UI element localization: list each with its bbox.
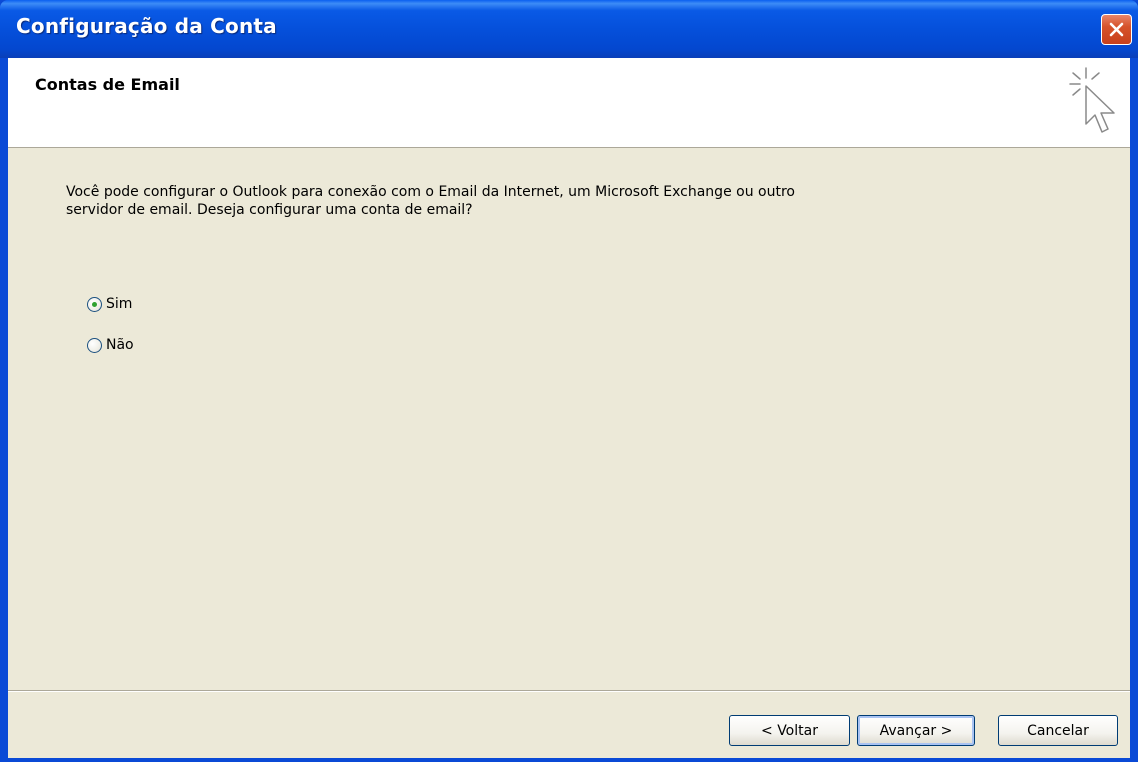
- description-text: Você pode configurar o Outlook para cone…: [66, 184, 795, 218]
- close-button[interactable]: [1101, 14, 1132, 45]
- window-title: Configuração da Conta: [16, 14, 277, 38]
- footer-divider: [8, 690, 1130, 692]
- option-yes-label: Sim: [106, 296, 133, 312]
- account-setup-window: Configuração da Conta Contas de Email Vo…: [0, 0, 1138, 762]
- radio-no[interactable]: [87, 337, 102, 353]
- title-bar[interactable]: Configuração da Conta: [0, 0, 1138, 58]
- next-button[interactable]: Avançar >: [857, 715, 975, 746]
- back-button[interactable]: < Voltar: [729, 715, 850, 746]
- option-yes[interactable]: Sim: [87, 293, 132, 315]
- dialog-client-area: Contas de Email Você pode configurar o O…: [8, 58, 1130, 758]
- close-icon: [1109, 22, 1124, 37]
- option-no-label: Não: [106, 337, 134, 353]
- wizard-header: Contas de Email: [8, 58, 1130, 148]
- radio-yes[interactable]: [87, 296, 102, 312]
- option-no[interactable]: Não: [87, 334, 134, 356]
- cancel-button[interactable]: Cancelar: [998, 715, 1118, 746]
- wizard-sparkle-cursor-icon: [1069, 67, 1115, 133]
- page-title: Contas de Email: [35, 75, 180, 94]
